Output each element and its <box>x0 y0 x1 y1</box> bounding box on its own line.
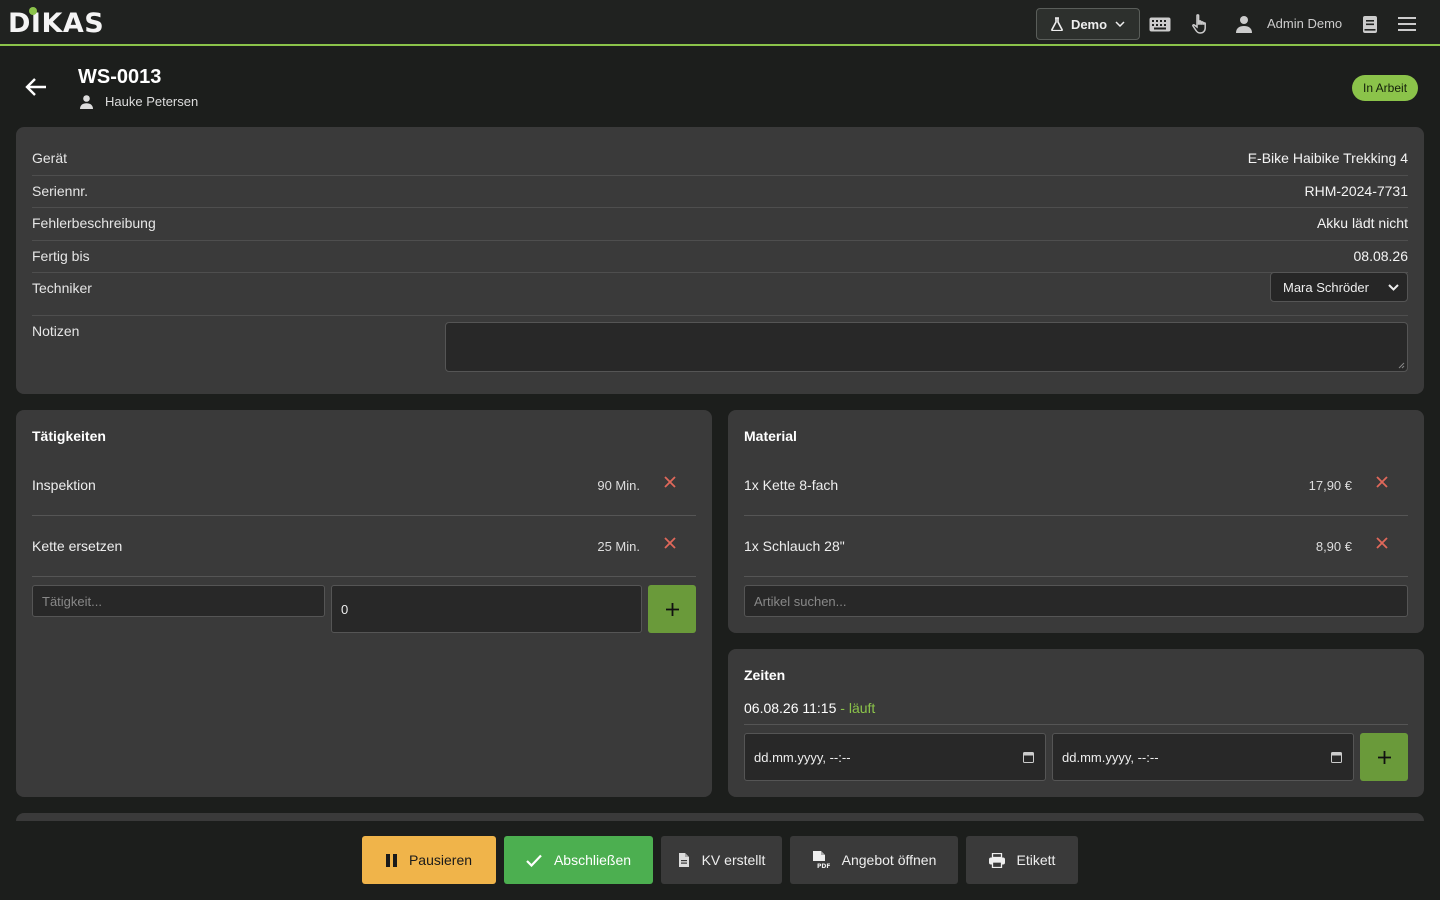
serial-value: RHM-2024-7731 <box>1304 183 1409 199</box>
customer-name: Hauke Petersen <box>105 94 199 109</box>
time-from-placeholder: dd.mm.yyyy, --:-- <box>754 749 851 765</box>
calendar-icon[interactable] <box>1023 751 1034 763</box>
material-name: 1x Kette 8-fach <box>744 477 839 493</box>
top-bar: DIKAS Demo Admin Demo <box>0 0 1440 46</box>
svg-text:PDF: PDF <box>817 863 830 869</box>
complete-button[interactable]: Abschließen <box>504 836 653 884</box>
demo-switch-button[interactable]: Demo <box>1036 8 1140 40</box>
user-icon <box>80 94 93 109</box>
delete-x-icon[interactable] <box>1374 474 1390 490</box>
book-icon[interactable] <box>1359 13 1381 35</box>
list-item: 1x Kette 8-fach 17,90 € <box>744 455 1408 516</box>
technician-value: Mara Schröder <box>1283 279 1369 295</box>
fault-value: Akku lädt nicht <box>1316 215 1408 231</box>
user-name[interactable]: Admin Demo <box>1267 16 1342 31</box>
add-activity-button[interactable] <box>648 585 696 633</box>
chevron-down-icon <box>1115 21 1125 27</box>
label-label: Etikett <box>1016 852 1056 868</box>
pause-label: Pausieren <box>408 852 473 868</box>
list-item: Kette ersetzen 25 Min. <box>32 516 696 577</box>
due-value: 08.08.26 <box>1353 248 1409 264</box>
minutes-input[interactable]: 0 <box>331 585 642 633</box>
activity-duration: 90 Min. <box>597 478 640 493</box>
article-search-input[interactable]: Artikel suchen... <box>744 585 1408 617</box>
printer-icon <box>988 852 1005 868</box>
demo-label: Demo <box>1070 16 1108 32</box>
document-icon <box>678 853 689 867</box>
order-id: WS-0013 <box>78 66 162 88</box>
info-row-fault: Fehlerbeschreibung Akku lädt nicht <box>32 215 1408 241</box>
menu-icon[interactable] <box>1396 13 1418 35</box>
resize-handle-icon[interactable] <box>1398 362 1405 369</box>
material-price: 17,90 € <box>1308 478 1352 493</box>
pause-icon <box>385 853 397 867</box>
time-entry-separator: - <box>836 700 849 716</box>
chevron-down-icon <box>1388 284 1399 291</box>
status-badge: In Arbeit <box>1352 75 1419 101</box>
list-item: Inspektion 90 Min. <box>32 455 696 516</box>
info-row-due: Fertig bis 08.08.26 <box>32 248 1408 273</box>
estimate-label: KV erstellt <box>701 852 766 868</box>
delete-x-icon[interactable] <box>1374 535 1390 551</box>
plus-icon <box>665 602 679 616</box>
info-row-technician: Techniker Mara Schröder <box>32 272 1408 316</box>
user-icon[interactable] <box>1233 13 1255 35</box>
activities-card: Tätigkeiten Inspektion 90 Min. Kette ers… <box>16 410 712 797</box>
complete-label: Abschließen <box>553 852 632 868</box>
time-to-placeholder: dd.mm.yyyy, --:-- <box>1062 749 1159 765</box>
add-time-button[interactable] <box>1360 733 1408 781</box>
device-value: E-Bike Haibike Trekking 4 <box>1247 150 1408 166</box>
logo-dot <box>29 7 37 15</box>
material-price: 8,90 € <box>1315 539 1352 554</box>
pdf-file-icon: PDF <box>812 851 830 869</box>
material-card: Material 1x Kette 8-fach 17,90 € 1x Schl… <box>728 410 1424 633</box>
info-row-serial: Seriennr. RHM-2024-7731 <box>32 183 1408 208</box>
offer-label: Angebot öffnen <box>841 852 937 868</box>
estimate-button[interactable]: KV erstellt <box>661 836 782 884</box>
plus-icon <box>1377 750 1391 764</box>
time-entry: 06.08.26 11:15 - läuft <box>744 700 875 716</box>
due-label: Fertig bis <box>32 248 90 264</box>
time-from-input[interactable]: dd.mm.yyyy, --:-- <box>744 733 1046 781</box>
activity-name: Kette ersetzen <box>32 538 123 554</box>
activities-title: Tätigkeiten <box>32 428 106 444</box>
technician-label: Techniker <box>32 280 92 296</box>
next-card-edge <box>16 813 1424 821</box>
times-card: Zeiten 06.08.26 11:15 - läuft dd.mm.yyyy… <box>728 649 1424 797</box>
keyboard-icon[interactable] <box>1149 13 1171 35</box>
serial-label: Seriennr. <box>32 183 89 199</box>
delete-x-icon[interactable] <box>662 474 678 490</box>
flask-icon <box>1051 17 1063 31</box>
time-entry-start: 06.08.26 11:15 <box>744 700 837 716</box>
activity-input[interactable]: Tätigkeit... <box>32 585 325 617</box>
material-title: Material <box>744 428 797 444</box>
activity-duration: 25 Min. <box>597 539 640 554</box>
notes-label: Notizen <box>32 323 80 339</box>
delete-x-icon[interactable] <box>662 535 678 551</box>
calendar-icon[interactable] <box>1331 751 1342 763</box>
time-to-input[interactable]: dd.mm.yyyy, --:-- <box>1052 733 1354 781</box>
app-logo[interactable]: DIKAS <box>8 7 104 39</box>
check-icon <box>526 854 542 867</box>
fault-label: Fehlerbeschreibung <box>32 215 156 231</box>
divider <box>744 724 1408 725</box>
pointer-hand-icon[interactable] <box>1189 13 1211 35</box>
list-item: 1x Schlauch 28" 8,90 € <box>744 516 1408 577</box>
technician-select[interactable]: Mara Schröder <box>1270 272 1408 302</box>
pause-button[interactable]: Pausieren <box>362 836 496 884</box>
material-name: 1x Schlauch 28" <box>744 538 845 554</box>
activity-name: Inspektion <box>32 477 96 493</box>
info-row-device: Gerät E-Bike Haibike Trekking 4 <box>32 150 1408 176</box>
open-offer-button[interactable]: PDF Angebot öffnen <box>790 836 958 884</box>
back-arrow-icon[interactable] <box>24 76 48 98</box>
time-entry-status: läuft <box>848 700 876 716</box>
print-label-button[interactable]: Etikett <box>966 836 1078 884</box>
notes-textarea[interactable] <box>445 322 1408 372</box>
customer[interactable]: Hauke Petersen <box>80 94 198 109</box>
times-title: Zeiten <box>744 667 786 683</box>
device-label: Gerät <box>32 150 68 166</box>
